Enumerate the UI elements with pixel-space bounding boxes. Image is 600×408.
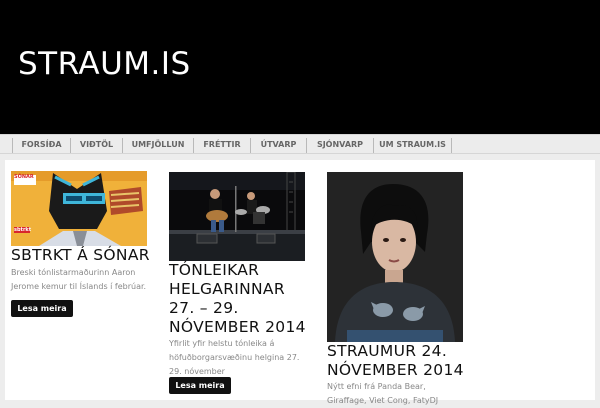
post-excerpt-line: Giraffage, Viet Cong, FatyDJ [327,396,439,405]
poster-badge-text: SÓNAR [14,174,34,180]
read-more-button[interactable]: Lesa meira [11,300,73,317]
post-card: SÓNAR sbtrkt SBTRKT Á SÓNAR Breski tónli… [11,169,150,319]
post-title-line[interactable]: 27. – 29. [169,299,239,319]
post-thumbnail[interactable]: SÓNAR sbtrkt [11,171,147,246]
post-title-line[interactable]: STRAUMUR 24. [327,342,447,362]
nav-item-frettir[interactable]: FRÉTTIR [193,138,250,153]
poster-name-text: sbtrkt [14,227,32,233]
post-title-line[interactable]: NÓVEMBER 2014 [327,361,464,381]
post-card: TÓNLEIKAR HELGARINNAR 27. – 29. NÓVEMBER… [169,169,305,400]
post-excerpt-line: Breski tónlistarmaðurinn Aaron [11,268,136,277]
post-title-line[interactable]: NÓVEMBER 2014 [169,318,306,338]
main-nav: FORSÍÐA VIÐTÖL UMFJÖLLUN FRÉTTIR ÚTVARP … [0,134,600,154]
post-title-line[interactable]: HELGARINNAR [169,280,285,300]
nav-item-vidtol[interactable]: VIÐTÖL [70,138,122,153]
post-excerpt-line: Nýtt efni frá Panda Bear, [327,382,426,391]
post-thumbnail[interactable] [327,172,463,342]
post-title-line[interactable]: TÓNLEIKAR [169,261,259,281]
nav-item-sjonvarp[interactable]: SJÓNVARP [306,138,373,153]
site-header: STRAUM.IS [0,0,600,134]
read-more-button[interactable]: Lesa meira [169,377,231,394]
posts-area: SÓNAR sbtrkt SBTRKT Á SÓNAR Breski tónli… [5,160,595,405]
nav-item-forsida[interactable]: FORSÍÐA [12,138,70,153]
nav-item-umfjollun[interactable]: UMFJÖLLUN [122,138,193,153]
post-excerpt-line: höfuðborgarsvæðinu helgina 27. [169,353,300,362]
post-excerpt-line: Jerome kemur til Íslands í febrúar. [11,282,147,291]
nav-item-um-straum[interactable]: UM STRAUM.IS [373,138,452,153]
nav-item-utvarp[interactable]: ÚTVARP [250,138,306,153]
post-title[interactable]: SBTRKT Á SÓNAR [11,246,150,266]
site-logo[interactable]: STRAUM.IS [18,44,191,84]
post-card: STRAUMUR 24. NÓVEMBER 2014 Nýtt efni frá… [327,169,464,405]
post-excerpt-line: Yfirlit yfir helstu tónleika á [169,339,275,348]
post-thumbnail[interactable] [169,172,305,261]
